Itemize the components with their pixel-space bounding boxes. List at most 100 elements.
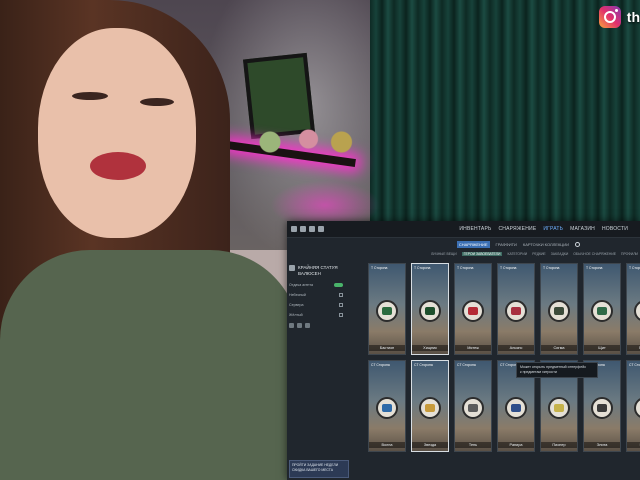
option-checkbox[interactable] bbox=[339, 293, 343, 297]
streamer-sweater bbox=[0, 250, 300, 480]
card-name: Кобра bbox=[627, 442, 640, 448]
agent-card[interactable]: T Сторона Мятеж bbox=[454, 263, 492, 355]
card-name: Пионер bbox=[541, 442, 577, 448]
card-name: Звезда bbox=[412, 442, 448, 448]
agent-card[interactable]: T Сторона Альянс bbox=[497, 263, 535, 355]
agent-emblem-icon bbox=[505, 397, 527, 419]
agent-toggle-row[interactable]: Отдача агента bbox=[289, 283, 343, 287]
tab-gear[interactable]: СНАРЯЖЕНИЕ bbox=[456, 240, 490, 248]
download-icon[interactable] bbox=[305, 323, 310, 328]
statue-icon bbox=[289, 265, 295, 271]
nav-loadout[interactable]: СНАРЯЖЕНИЕ bbox=[498, 226, 536, 232]
streamer-face bbox=[38, 28, 196, 238]
card-name: Тень bbox=[455, 442, 491, 448]
agent-card[interactable]: CT Сторона Кобра bbox=[626, 360, 640, 452]
agent-emblem-icon bbox=[419, 397, 441, 419]
option-checkbox[interactable] bbox=[339, 313, 343, 317]
card-name: Щит bbox=[584, 345, 620, 351]
edit-icon[interactable] bbox=[297, 323, 302, 328]
card-side-tag: CT Сторона bbox=[629, 363, 640, 367]
search-icon[interactable] bbox=[575, 241, 580, 247]
tab-collection-cards[interactable]: КАРТОЧКИ КОЛЛЕКЦИИ bbox=[523, 242, 569, 247]
card-side-tag: T Сторона bbox=[629, 266, 640, 270]
option-row[interactable]: Сервера bbox=[289, 303, 343, 307]
agent-card[interactable]: T Сторона Гранит bbox=[626, 263, 640, 355]
card-side-tag: CT Сторона bbox=[414, 363, 433, 367]
item-tooltip: Может открыть предметный интерфейс к пре… bbox=[516, 362, 598, 378]
card-name: Элита bbox=[584, 442, 620, 448]
tab-graffiti[interactable]: ГРАФФИТИ bbox=[496, 242, 517, 247]
filter-rare[interactable]: РЕДКИЕ bbox=[532, 252, 546, 256]
card-name: Хищник bbox=[412, 345, 448, 351]
agent-emblem-icon bbox=[634, 397, 640, 419]
nav-play[interactable]: ИГРАТЬ bbox=[543, 226, 563, 232]
weekly-mission-button[interactable]: ПРОЙТИ ЗАДАНИЕ НЕДЕЛИ СКИДКА ВАШЕГО МЕСТ… bbox=[289, 460, 349, 478]
home-icon[interactable] bbox=[291, 226, 297, 232]
card-side-tag: CT Сторона bbox=[371, 363, 390, 367]
option-row[interactable]: Жёлтый bbox=[289, 313, 343, 317]
green-curtain bbox=[370, 0, 640, 230]
agent-emblem-icon bbox=[548, 300, 570, 322]
streamer-eye-left bbox=[72, 92, 108, 100]
card-name: Бастион bbox=[369, 345, 405, 351]
agent-card[interactable]: T Сторона Бастион bbox=[368, 263, 406, 355]
power-icon[interactable] bbox=[318, 226, 324, 232]
agent-emblem-icon bbox=[376, 397, 398, 419]
copy-icon[interactable] bbox=[289, 323, 294, 328]
game-top-bar: ИНВЕНТАРЬ СНАРЯЖЕНИЕ ИГРАТЬ МАГАЗИН НОВО… bbox=[287, 221, 640, 238]
agent-emblem-icon bbox=[505, 300, 527, 322]
streamer-eye-right bbox=[140, 98, 174, 106]
card-name: Сигма bbox=[541, 345, 577, 351]
agent-card[interactable]: T Сторона Хищник bbox=[411, 263, 449, 355]
sidebar: КРАЙНЯЯ СТАТУЯ ВАЛЮСЕН Отдача агента Неб… bbox=[289, 265, 343, 328]
agent-emblem-icon bbox=[591, 397, 613, 419]
agent-card[interactable]: CT Сторона Тень bbox=[454, 360, 492, 452]
agent-emblem-icon bbox=[591, 300, 613, 322]
agent-emblem-icon bbox=[376, 300, 398, 322]
instagram-icon bbox=[598, 6, 621, 28]
card-name: Альянс bbox=[498, 345, 534, 351]
tv-icon[interactable] bbox=[300, 226, 306, 232]
card-side-tag: T Сторона bbox=[457, 266, 474, 270]
card-name: Волна bbox=[369, 442, 405, 448]
agent-grid: T Сторона Бастион T Сторона Хищник T Сторона… bbox=[368, 263, 640, 452]
card-name: Рапира bbox=[498, 442, 534, 448]
agent-toggle[interactable] bbox=[334, 283, 343, 287]
card-side-tag: CT Сторона bbox=[457, 363, 476, 367]
instagram-overlay: th bbox=[598, 6, 640, 28]
filter-tabs: ЛИЧНЫЕ ВЕЩИ ГЕРОИ ЗАВОЕВАТЕЛИ КАТЕГОРИИ … bbox=[287, 250, 640, 257]
nav-news[interactable]: НОВОСТИ bbox=[602, 226, 628, 232]
gear-icon[interactable] bbox=[309, 226, 315, 232]
card-side-tag: T Сторона bbox=[414, 266, 431, 270]
agent-card[interactable]: CT Сторона Волна bbox=[368, 360, 406, 452]
agent-emblem-icon bbox=[419, 300, 441, 322]
agent-emblem-icon bbox=[462, 300, 484, 322]
agent-card[interactable]: T Сторона Сигма bbox=[540, 263, 578, 355]
card-side-tag: T Сторона bbox=[543, 266, 560, 270]
agent-emblem-icon bbox=[548, 397, 570, 419]
filter-common[interactable]: ОБЫЧНОЕ СНАРЯЖЕНИЕ bbox=[573, 252, 616, 256]
sidebar-actions bbox=[289, 323, 343, 328]
main-nav: ИНВЕНТАРЬ СНАРЯЖЕНИЕ ИГРАТЬ МАГАЗИН НОВО… bbox=[459, 226, 628, 232]
option-checkbox[interactable] bbox=[339, 303, 343, 307]
instagram-handle: th bbox=[626, 9, 640, 25]
agent-emblem-icon bbox=[462, 397, 484, 419]
filter-heroes[interactable]: ГЕРОИ ЗАВОЕВАТЕЛИ bbox=[461, 251, 503, 256]
sub-tabs: СНАРЯЖЕНИЕ ГРАФФИТИ КАРТОЧКИ КОЛЛЕКЦИИ bbox=[287, 238, 640, 250]
agent-card[interactable]: T Сторона Щит bbox=[583, 263, 621, 355]
card-side-tag: T Сторона bbox=[371, 266, 388, 270]
nav-store[interactable]: МАГАЗИН bbox=[570, 226, 595, 232]
card-name: Гранит bbox=[627, 345, 640, 351]
sidebar-title: КРАЙНЯЯ СТАТУЯ ВАЛЮСЕН bbox=[289, 265, 343, 277]
filter-bookmarks[interactable]: ЗАКЛАДКИ bbox=[551, 252, 569, 256]
filter-personal[interactable]: ЛИЧНЫЕ ВЕЩИ bbox=[431, 252, 457, 256]
shelf-decor bbox=[248, 124, 358, 154]
card-side-tag: T Сторона bbox=[500, 266, 517, 270]
filter-categories[interactable]: КАТЕГОРИИ bbox=[507, 252, 527, 256]
streamer-lips bbox=[90, 152, 146, 180]
filter-profiles[interactable]: ПРОФИЛИ bbox=[621, 252, 638, 256]
card-name: Мятеж bbox=[455, 345, 491, 351]
agent-card[interactable]: CT Сторона Звезда bbox=[411, 360, 449, 452]
nav-inventory[interactable]: ИНВЕНТАРЬ bbox=[459, 226, 491, 232]
option-row[interactable]: Небесный bbox=[289, 293, 343, 297]
